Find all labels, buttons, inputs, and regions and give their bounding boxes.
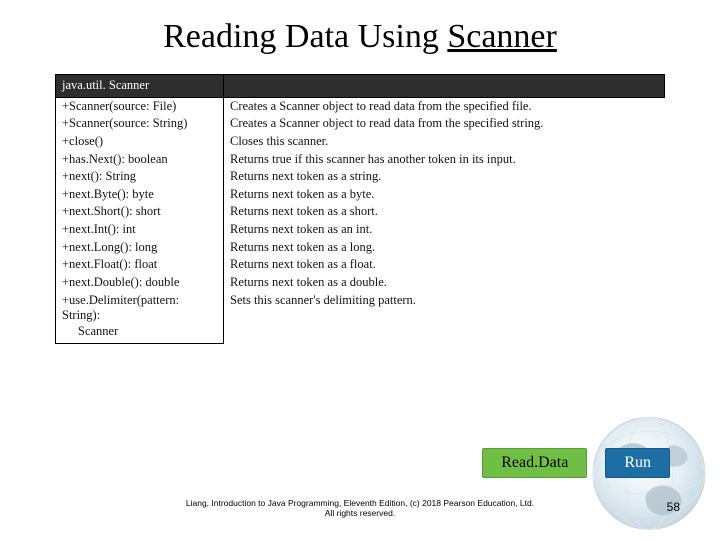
table-row: +Scanner(source: String) Creates a Scann… [56,115,665,133]
table-row: +next.Short(): short Returns next token … [56,203,665,221]
class-header-spacer [224,75,665,98]
page-number: 58 [667,500,680,514]
method-desc: Returns next token as a float. [224,256,665,274]
table-row: +next.Int(): int Returns next token as a… [56,221,665,239]
run-button[interactable]: Run [605,448,670,478]
method-sig-line2: Scanner [62,324,118,340]
method-desc: Creates a Scanner object to read data fr… [224,97,665,115]
uml-class-table: java.util. Scanner +Scanner(source: File… [55,74,665,344]
table-row: +use.Delimiter(pattern: String): Scanner… [56,292,665,344]
table-row: +next(): String Returns next token as a … [56,168,665,186]
title-text-2: Scanner [447,18,557,55]
table-row: +next.Double(): double Returns next toke… [56,274,665,292]
table-row: +next.Float(): float Returns next token … [56,256,665,274]
method-desc: Returns next token as a double. [224,274,665,292]
method-desc: Returns true if this scanner has another… [224,151,665,169]
footer-line-2: All rights reserved. [325,508,395,518]
method-sig: +use.Delimiter(pattern: String): Scanner [56,292,224,344]
method-sig: +next.Float(): float [56,256,224,274]
method-desc: Returns next token as a byte. [224,186,665,204]
method-desc: Returns next token as an int. [224,221,665,239]
method-sig: +Scanner(source: String) [56,115,224,133]
method-desc: Returns next token as a long. [224,239,665,257]
button-row: Read.Data Run [482,448,670,478]
footer-line-1: Liang, Introduction to Java Programming,… [186,498,534,508]
table-row: +Scanner(source: File) Creates a Scanner… [56,97,665,115]
slide-title: Reading Data Using Scanner [0,0,720,74]
method-sig-line1: +use.Delimiter(pattern: String): [62,293,179,323]
table-row: +next.Byte(): byte Returns next token as… [56,186,665,204]
table-row: +has.Next(): boolean Returns true if thi… [56,151,665,169]
readdata-button[interactable]: Read.Data [482,448,587,478]
method-desc: Sets this scanner's delimiting pattern. [224,292,665,344]
method-desc: Closes this scanner. [224,133,665,151]
method-sig: +next.Int(): int [56,221,224,239]
method-sig: +close() [56,133,224,151]
table-row: +next.Long(): long Returns next token as… [56,239,665,257]
method-sig: +next.Short(): short [56,203,224,221]
method-sig: +has.Next(): boolean [56,151,224,169]
method-sig: +next.Long(): long [56,239,224,257]
table-row: +close() Closes this scanner. [56,133,665,151]
method-sig: +next.Byte(): byte [56,186,224,204]
method-desc: Returns next token as a string. [224,168,665,186]
class-name-cell: java.util. Scanner [56,75,224,98]
method-sig: +next(): String [56,168,224,186]
method-desc: Creates a Scanner object to read data fr… [224,115,665,133]
method-sig: +next.Double(): double [56,274,224,292]
method-desc: Returns next token as a short. [224,203,665,221]
method-sig: +Scanner(source: File) [56,97,224,115]
title-text-1: Reading Data Using [163,18,447,55]
